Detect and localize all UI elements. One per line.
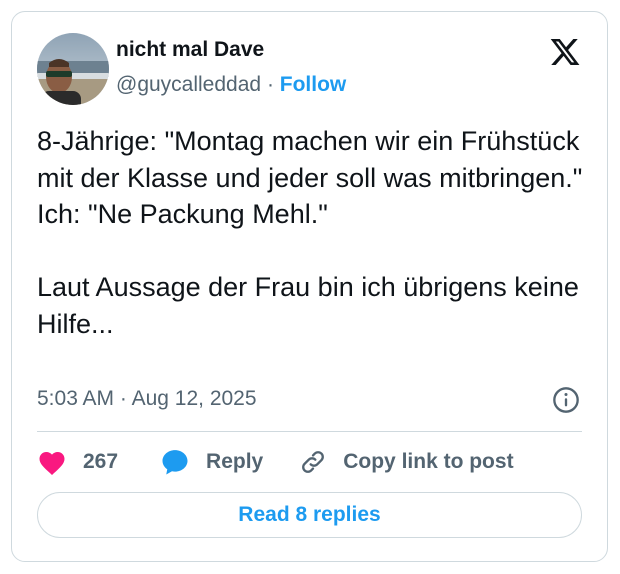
copy-link-button[interactable]: Copy link to post bbox=[299, 448, 514, 476]
x-logo-icon[interactable] bbox=[548, 36, 582, 68]
display-name[interactable]: nicht mal Dave bbox=[116, 37, 346, 63]
tweet-card: nicht mal Dave @guycalleddad · Follow 8-… bbox=[11, 11, 608, 562]
divider bbox=[37, 431, 582, 432]
handle-row: @guycalleddad · Follow bbox=[116, 72, 346, 98]
info-icon[interactable] bbox=[552, 386, 580, 414]
follow-button[interactable]: Follow bbox=[280, 73, 347, 96]
separator-dot: · bbox=[119, 387, 127, 410]
read-replies-button[interactable]: Read 8 replies bbox=[37, 492, 582, 538]
separator-dot: · bbox=[266, 73, 274, 96]
read-replies-label: Read 8 replies bbox=[238, 503, 381, 526]
post-date: Aug 12, 2025 bbox=[131, 387, 257, 410]
avatar-photo-icon bbox=[37, 33, 109, 105]
timestamp[interactable]: 5:03 AM · Aug 12, 2025 bbox=[37, 386, 257, 412]
copy-link-label: Copy link to post bbox=[343, 450, 514, 473]
handle[interactable]: @guycalleddad bbox=[116, 73, 261, 96]
reply-label: Reply bbox=[206, 450, 264, 473]
like-count: 267 bbox=[83, 450, 119, 473]
post-time: 5:03 AM bbox=[37, 387, 115, 410]
author-block: nicht mal Dave @guycalleddad · Follow bbox=[116, 37, 346, 98]
action-bar: 267 Reply Copy link to post bbox=[37, 446, 514, 478]
heart-icon bbox=[39, 452, 65, 475]
like-button[interactable]: 267 bbox=[37, 448, 118, 476]
reply-button[interactable]: Reply bbox=[160, 447, 263, 477]
link-icon bbox=[302, 451, 325, 473]
post-text: 8-Jährige: "Montag machen wir ein Frühst… bbox=[37, 126, 583, 339]
speech-bubble-icon bbox=[162, 450, 188, 475]
avatar[interactable] bbox=[37, 33, 109, 105]
